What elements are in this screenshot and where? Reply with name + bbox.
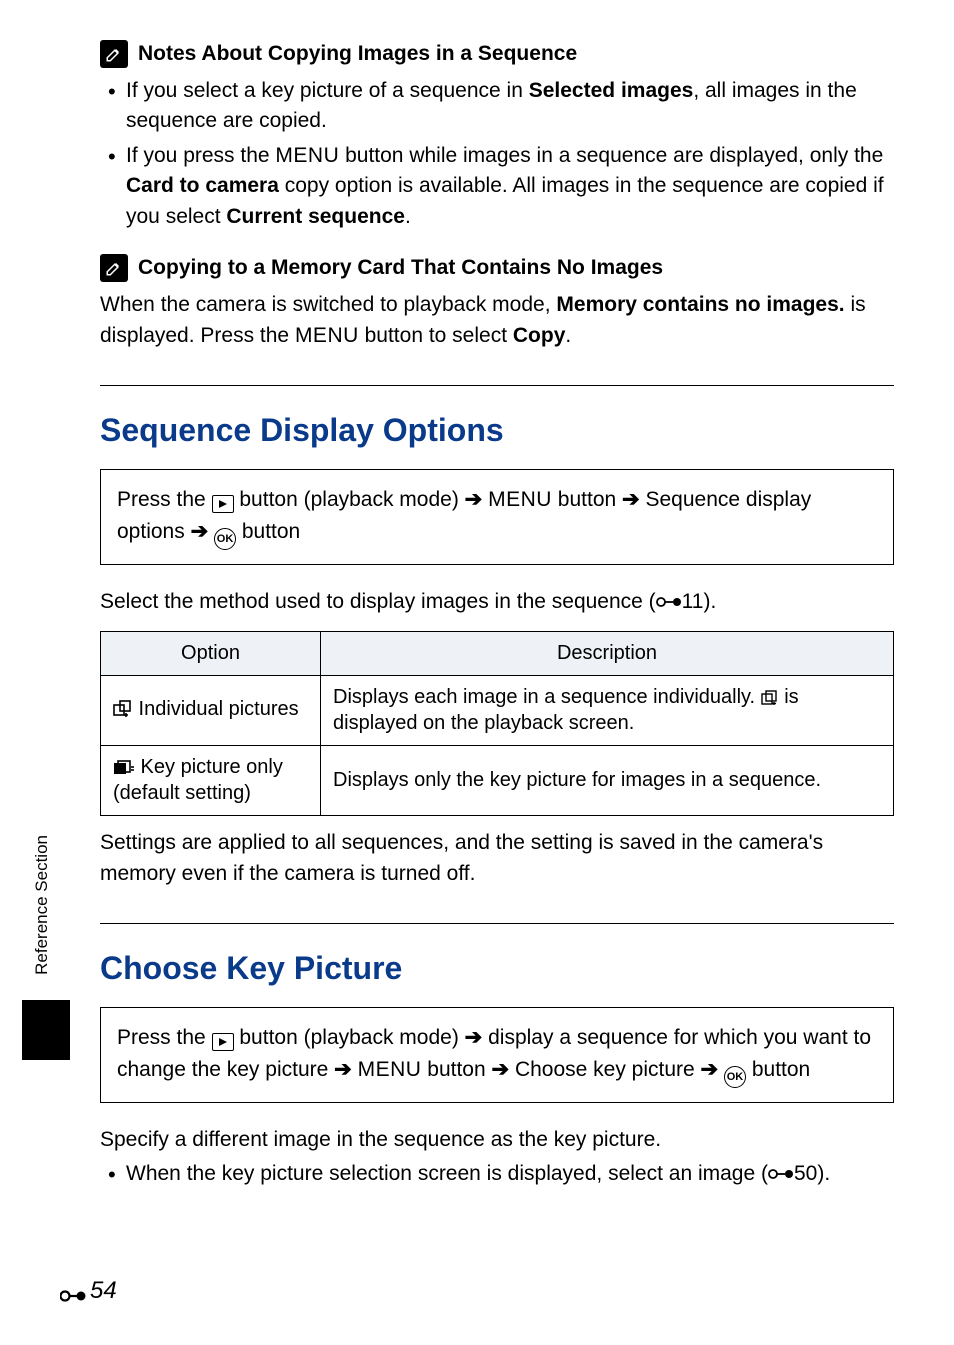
- note1-bullet-2: If you press the MENU button while image…: [104, 141, 894, 232]
- page-number: 54: [60, 1277, 117, 1305]
- side-black-tab: [22, 1000, 70, 1060]
- separator: [100, 923, 894, 924]
- menu-text-icon: MENU: [488, 488, 552, 511]
- arrow-right-icon: ➔: [492, 1058, 510, 1081]
- pencil-icon: [100, 40, 128, 68]
- playback-icon: [212, 495, 234, 513]
- arrow-right-icon: ➔: [465, 1026, 483, 1049]
- table-header-description: Description: [321, 632, 894, 676]
- nav-sequence-display: Press the button (playback mode) ➔ MENU …: [100, 469, 894, 565]
- description-individual-pictures: Displays each image in a sequence indivi…: [321, 676, 894, 746]
- table-row: Key picture only (default setting) Displ…: [101, 746, 894, 816]
- table-row: Individual pictures Displays each image …: [101, 676, 894, 746]
- sec1-lead: Select the method used to display images…: [100, 587, 894, 617]
- arrow-right-icon: ➔: [334, 1058, 352, 1081]
- reference-icon: [60, 1283, 86, 1299]
- sec1-tail: Settings are applied to all sequences, a…: [100, 828, 894, 889]
- arrow-right-icon: ➔: [191, 520, 209, 543]
- note1-bullet-1: If you select a key picture of a sequenc…: [104, 76, 894, 137]
- reference-icon: [768, 1161, 794, 1177]
- menu-text-icon: MENU: [295, 324, 359, 347]
- nav-choose-key-picture: Press the button (playback mode) ➔ displ…: [100, 1007, 894, 1103]
- sec2-bullet: When the key picture selection screen is…: [104, 1159, 894, 1189]
- arrow-right-icon: ➔: [701, 1058, 719, 1081]
- ok-button-icon: OK: [214, 528, 236, 550]
- playback-icon: [212, 1033, 234, 1051]
- heading-choose-key-picture: Choose Key Picture: [100, 950, 894, 987]
- note-copying-sequence: Notes About Copying Images in a Sequence…: [100, 40, 894, 232]
- note1-title: Notes About Copying Images in a Sequence: [138, 42, 577, 66]
- menu-text-icon: MENU: [358, 1058, 422, 1081]
- note2-title: Copying to a Memory Card That Contains N…: [138, 256, 663, 280]
- options-table: Option Description Individual pictures D…: [100, 631, 894, 816]
- separator: [100, 385, 894, 386]
- pencil-icon: [100, 254, 128, 282]
- arrow-right-icon: ➔: [622, 488, 640, 511]
- heading-sequence-display-options: Sequence Display Options: [100, 412, 894, 449]
- option-key-picture-only: Key picture only (default setting): [101, 746, 321, 816]
- arrow-right-icon: ➔: [465, 488, 483, 511]
- sequence-playback-icon: [761, 689, 779, 712]
- option-individual-pictures: Individual pictures: [101, 676, 321, 746]
- note2-paragraph: When the camera is switched to playback …: [100, 290, 894, 351]
- key-picture-icon: [113, 759, 135, 782]
- side-section-label: Reference Section: [32, 835, 52, 975]
- sec2-para: Specify a different image in the sequenc…: [100, 1125, 894, 1155]
- individual-pictures-icon: [113, 700, 133, 724]
- menu-text-icon: MENU: [275, 144, 339, 167]
- description-key-picture-only: Displays only the key picture for images…: [321, 746, 894, 816]
- table-header-option: Option: [101, 632, 321, 676]
- reference-icon: [656, 589, 682, 605]
- ok-button-icon: OK: [724, 1066, 746, 1088]
- note-empty-card: Copying to a Memory Card That Contains N…: [100, 254, 894, 351]
